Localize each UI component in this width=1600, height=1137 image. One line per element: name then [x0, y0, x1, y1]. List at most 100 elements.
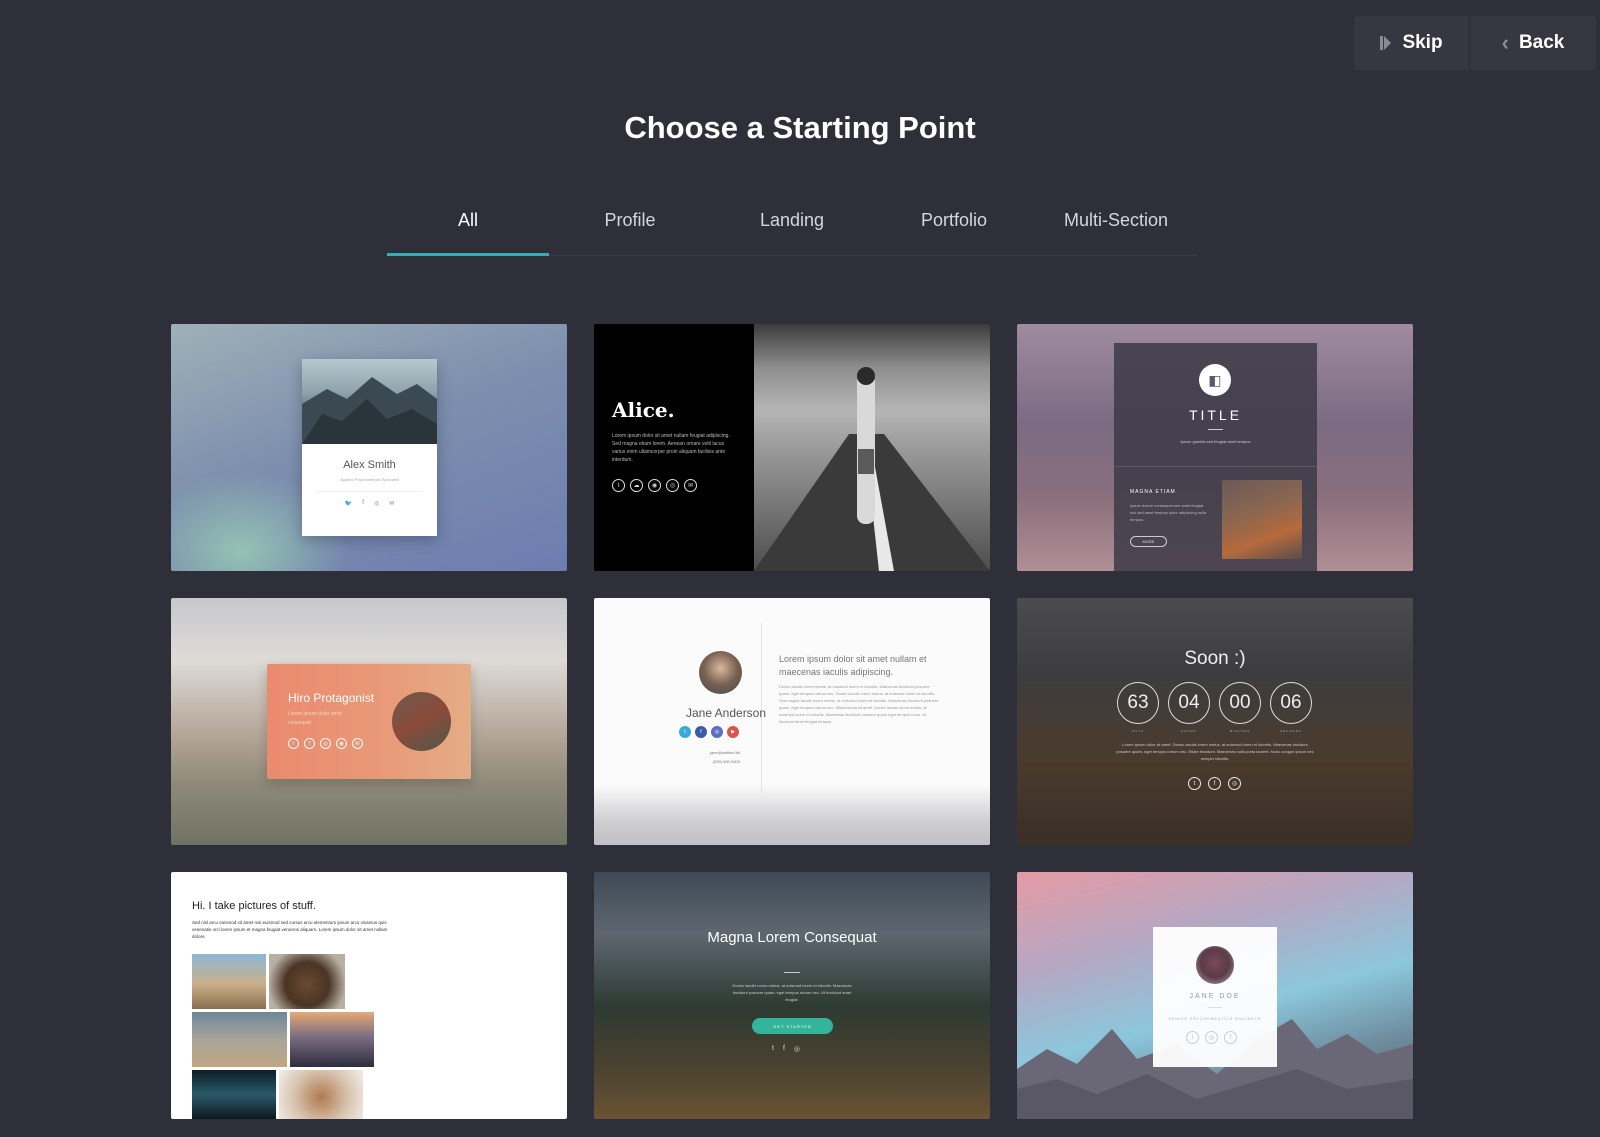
social-icons: t f ◎ — [772, 1045, 800, 1053]
chevron-left-icon: ‹ — [1501, 30, 1509, 55]
hero-heading: Magna Lorem Consequat — [707, 929, 877, 946]
facebook-icon: f — [1208, 777, 1221, 790]
section-photo — [1222, 480, 1302, 559]
email-icon: ✉ — [684, 479, 697, 492]
skip-label: Skip — [1402, 32, 1443, 53]
countdown-seconds: 06 — [1270, 682, 1312, 724]
instagram-icon: ◎ — [320, 738, 331, 749]
countdown: 63 04 00 06 — [1117, 682, 1312, 724]
template-card-title[interactable]: ◧ TITLE Ipsum gravida sed feugiat amet t… — [1017, 324, 1413, 571]
intro-body: Donec iaculis lorem metus, at euismod lo… — [779, 684, 939, 724]
template-card-jane-anderson[interactable]: Jane Anderson t f ◎ ▶ jane@untitled.tld … — [594, 598, 990, 845]
divider — [784, 972, 800, 973]
portfolio-text: Sed nisl arcu euismod sit amet nisi euis… — [192, 920, 388, 939]
twitter-icon: t — [679, 726, 691, 738]
social-icons: t f ◎ — [1188, 777, 1241, 790]
countdown-label: MINUTES — [1229, 729, 1251, 733]
template-card-portfolio[interactable]: Hi. I take pictures of stuff. Sed nisl a… — [171, 872, 567, 1119]
instagram-icon: ◎ — [1228, 777, 1241, 790]
instagram-icon: ◎ — [711, 726, 723, 738]
email-icon: ✉ — [352, 738, 363, 749]
skip-button[interactable]: Skip — [1354, 16, 1470, 70]
facebook-icon: f — [304, 738, 315, 749]
intro-heading: Lorem ipsum dolor sit amet nullam et mae… — [779, 654, 927, 677]
profile-card: Alex Smith Applied Psychometrics Special… — [302, 359, 437, 536]
profile-card: Hiro Protagonist Lorem ipsum dolor amet … — [267, 664, 471, 779]
twitter-icon: t — [772, 1045, 774, 1052]
tab-landing[interactable]: Landing — [711, 196, 873, 255]
tab-multi-section[interactable]: Multi-Section — [1035, 196, 1197, 255]
profile-name: Alice. — [612, 398, 675, 422]
template-card-hiro[interactable]: Hiro Protagonist Lorem ipsum dolor amet … — [171, 598, 567, 845]
tab-portfolio[interactable]: Portfolio — [873, 196, 1035, 255]
facebook-icon: f — [695, 726, 707, 738]
divider — [1208, 429, 1223, 430]
social-icons: t ☁ ◉ ◎ ✉ — [612, 479, 697, 492]
instagram-icon: ◎ — [373, 501, 380, 507]
content-panel: ◧ TITLE Ipsum gravida sed feugiat amet t… — [1114, 343, 1317, 571]
get-started-button: GET STARTED — [752, 1018, 833, 1034]
countdown-minutes: 00 — [1219, 682, 1261, 724]
social-icons: t ◎ f — [1186, 1031, 1237, 1044]
profile-name: Hiro Protagonist — [288, 691, 375, 705]
tab-profile[interactable]: Profile — [549, 196, 711, 255]
github-icon: ◉ — [648, 479, 661, 492]
avatar — [1196, 946, 1234, 984]
divider — [1208, 1007, 1222, 1008]
profile-subtitle: Applied Psychometrics Specialist — [340, 477, 399, 482]
cloud-icon: ☁ — [630, 479, 643, 492]
countdown-days: 63 — [1117, 682, 1159, 724]
avatar — [392, 692, 451, 751]
city-skyline — [594, 785, 990, 845]
profile-name: JANE DOE — [1189, 993, 1241, 1000]
divider — [317, 491, 422, 492]
card-title: TITLE — [1188, 407, 1243, 423]
profile-name: Jane Anderson — [685, 706, 767, 720]
profile-subtitle: Lorem ipsum dolor amet consequat — [288, 711, 342, 726]
github-icon: ◉ — [336, 738, 347, 749]
instagram-icon: ◎ — [793, 1046, 801, 1053]
countdown-labels: DAYS HOURS MINUTES SECONDS — [1117, 729, 1312, 733]
template-card-alex-smith[interactable]: Alex Smith Applied Psychometrics Special… — [171, 324, 567, 571]
twitter-icon: t — [1186, 1031, 1199, 1044]
photo-thumbnail — [192, 1070, 276, 1119]
profile-name: Alex Smith — [343, 459, 396, 471]
profile-card: JANE DOE SENIOR PSYCHONAUTICS ENGINEER t… — [1153, 927, 1277, 1067]
more-button: MORE — [1130, 536, 1167, 547]
facebook-icon: f — [1224, 1031, 1237, 1044]
back-label: Back — [1518, 32, 1565, 53]
instagram-icon: ◎ — [666, 479, 679, 492]
road-photo — [754, 324, 990, 571]
template-card-alice[interactable]: Alice. Lorem ipsum dolor sit amet nullam… — [594, 324, 990, 571]
countdown-label: HOURS — [1181, 729, 1197, 733]
mountain-image — [302, 359, 437, 444]
template-card-coming-soon[interactable]: Soon :) 63 04 00 06 DAYS HOURS MINUTES S… — [1017, 598, 1413, 845]
template-card-magna-lorem[interactable]: Magna Lorem Consequat Donec iaculis lore… — [594, 872, 990, 1119]
avatar — [699, 651, 742, 694]
portfolio-heading: Hi. I take pictures of stuff. — [192, 900, 316, 912]
phone-text: (000) 000-0000 — [712, 759, 740, 764]
section-heading: MAGNA ETIAM — [1130, 489, 1176, 495]
page-title: Choose a Starting Point — [624, 110, 976, 145]
section-text: Ipsum dolore consequat sed amet feugiat … — [1130, 503, 1207, 522]
hero-text: Donec iaculis lorem metus, at euismod lo… — [732, 983, 852, 1002]
template-card-jane-doe[interactable]: JANE DOE SENIOR PSYCHONAUTICS ENGINEER t… — [1017, 872, 1413, 1119]
tab-all[interactable]: All — [387, 196, 549, 256]
photo-thumbnail — [192, 1012, 287, 1067]
card-subtitle: Ipsum gravida sed feugiat amet tempus — [1180, 439, 1251, 444]
social-icons: t f ◎ ▶ — [679, 726, 739, 738]
twitter-icon: t — [288, 738, 299, 749]
soon-text: Lorem ipsum dolor sit amet. Donec iaculi… — [1116, 742, 1314, 761]
social-icons: t f ◎ ◉ ✉ — [288, 738, 363, 749]
contact-info: jane@untitled.tld (000) 000-0000 — [674, 748, 740, 766]
youtube-icon: ▶ — [727, 726, 739, 738]
countdown-label: DAYS — [1132, 729, 1144, 733]
profile-text: Lorem ipsum dolor sit amet nullam feugia… — [612, 433, 730, 463]
soon-title: Soon :) — [1184, 648, 1246, 669]
photo-thumbnail — [290, 1012, 374, 1067]
separator — [1114, 466, 1317, 467]
facebook-icon: f — [782, 1045, 785, 1052]
logo-icon: ◧ — [1199, 364, 1231, 396]
back-button[interactable]: ‹ Back — [1470, 16, 1596, 70]
email-text: jane@untitled.tld — [710, 750, 740, 755]
